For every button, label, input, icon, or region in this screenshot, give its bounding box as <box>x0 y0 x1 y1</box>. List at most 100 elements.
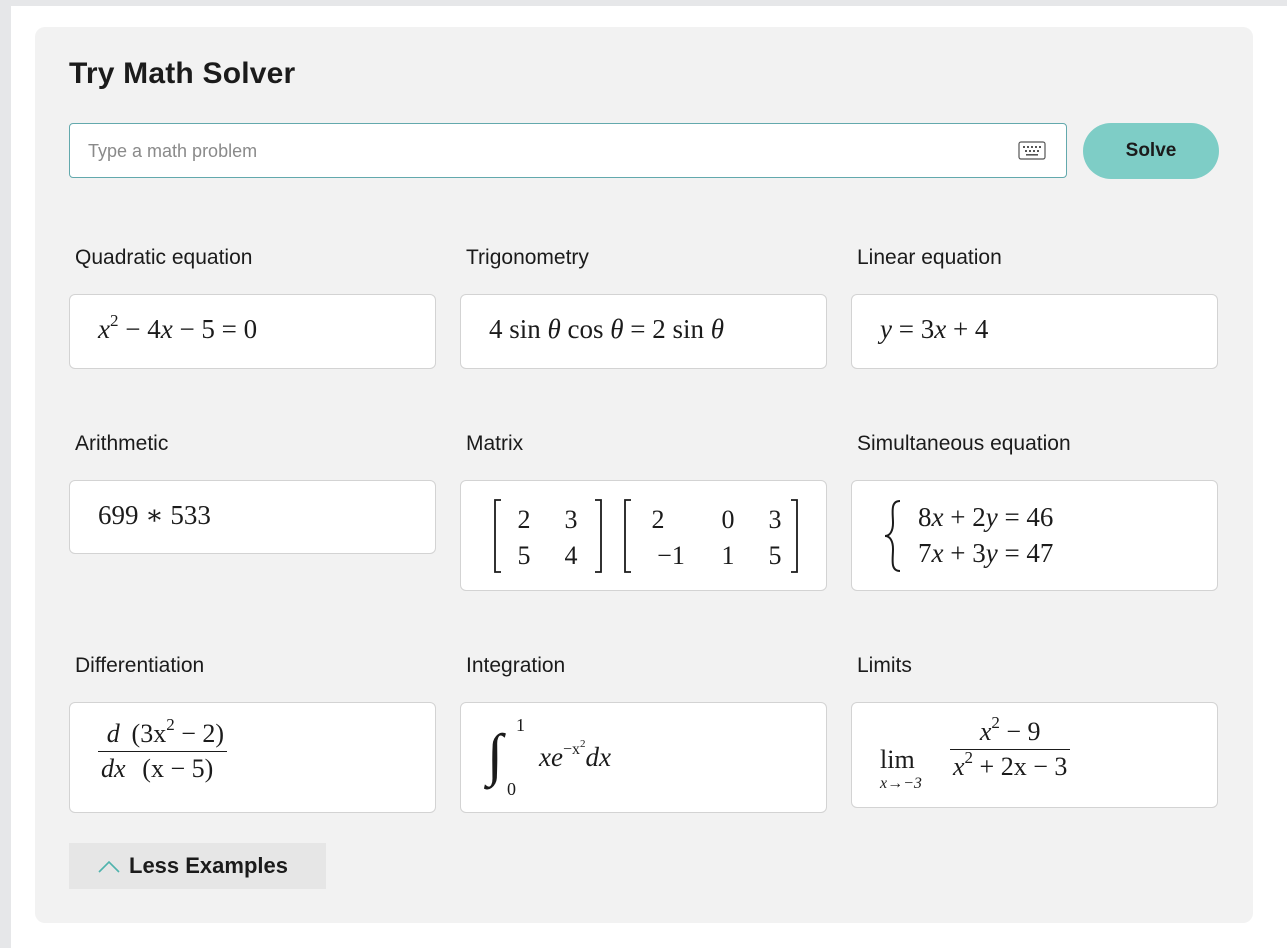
limit-operator: lim <box>880 745 915 774</box>
example-card-simultaneous[interactable]: 8x + 2y = 46 7x + 3y = 47 <box>851 480 1218 591</box>
matrix-cell: 2 <box>652 505 665 534</box>
example-expression-quadratic: x2 − 4x − 5 = 0 <box>98 312 258 345</box>
math-term: x <box>934 314 947 344</box>
example-card-arithmetic[interactable]: 699 ∗ 533 <box>69 480 436 554</box>
example-expression-integration: xe−x2dx <box>539 739 611 773</box>
math-term: = 47 <box>997 538 1054 568</box>
example-label-simultaneous: Simultaneous equation <box>857 432 1071 455</box>
math-term: y <box>880 314 892 344</box>
page-top-strip <box>0 0 1287 6</box>
math-term: − 2) <box>174 719 225 748</box>
math-term: x <box>931 502 944 532</box>
equation-line: 8x + 2y = 46 <box>918 499 1053 535</box>
math-exponent: 2 <box>991 713 1000 732</box>
math-term: + 3 <box>943 538 986 568</box>
math-term: x <box>931 538 944 568</box>
math-exponent: 2 <box>964 748 974 767</box>
matrix-cell: 5 <box>518 541 531 570</box>
example-label-limits: Limits <box>857 654 912 677</box>
example-card-quadratic[interactable]: x2 − 4x − 5 = 0 <box>69 294 436 369</box>
fraction: d dx <box>98 719 129 784</box>
math-exponent: −x2 <box>562 739 586 758</box>
math-term: + 2 <box>943 502 986 532</box>
fraction: (3x2 − 2) (x − 5) <box>128 716 228 784</box>
matrix-cell: 4 <box>565 541 578 570</box>
math-term: (3x <box>131 719 167 748</box>
example-card-trigonometry[interactable]: 4 sin θ cos θ = 2 sin θ <box>460 294 827 369</box>
matrix-bracket-left <box>624 499 631 573</box>
math-term: θ <box>610 314 624 344</box>
chevron-up-icon <box>98 861 120 873</box>
matrix-cell: 5 <box>769 541 782 570</box>
math-term: 7 <box>918 538 932 568</box>
matrix-bracket-right <box>791 499 798 573</box>
solve-button[interactable]: Solve <box>1083 123 1219 179</box>
example-label-differentiation: Differentiation <box>75 654 205 677</box>
example-label-integration: Integration <box>466 654 566 677</box>
example-expression-matrix: 2 3 5 4 2 0 3 −1 1 5 <box>494 499 798 573</box>
math-term: 8 <box>918 502 932 532</box>
math-term: = 46 <box>997 502 1054 532</box>
math-term: x <box>98 314 110 344</box>
example-expression-simultaneous: 8x + 2y = 46 7x + 3y = 47 <box>918 499 1053 571</box>
example-card-integration[interactable]: ∫ 1 0 xe−x2dx <box>460 702 827 813</box>
math-term: − 5 = 0 <box>172 314 258 344</box>
math-term: = 3 <box>891 314 935 344</box>
example-label-matrix: Matrix <box>466 432 524 455</box>
page-left-strip <box>0 0 11 948</box>
math-term: + 2x − 3 <box>973 752 1068 781</box>
example-card-limits[interactable]: lim x→−3 x2 − 9 x2 + 2x − 3 <box>851 702 1218 808</box>
integral-upper-limit: 1 <box>516 715 525 735</box>
example-expression-limits: x2 − 9 x2 + 2x − 3 <box>950 714 1071 782</box>
keyboard-icon[interactable] <box>1018 141 1046 160</box>
math-term: + 4 <box>946 314 989 344</box>
math-term: = 2 sin <box>623 314 711 344</box>
math-term: θ <box>710 314 725 344</box>
example-expression-differentiation: d dx (3x2 − 2) (x − 5) <box>98 716 228 784</box>
math-term: 4 sin <box>489 314 548 344</box>
math-term: − 4 <box>118 314 161 344</box>
example-expression-trigonometry: 4 sin θ cos θ = 2 sin θ <box>489 314 724 345</box>
matrix-bracket-left <box>494 499 501 573</box>
simultaneous-brace <box>884 500 901 572</box>
equation-line: 7x + 3y = 47 <box>918 535 1053 571</box>
integral-lower-limit: 0 <box>507 779 516 799</box>
math-term: cos <box>560 314 611 344</box>
example-label-trigonometry: Trigonometry <box>466 246 589 269</box>
fraction-numerator: x2 − 9 <box>950 714 1070 749</box>
math-term: y <box>985 502 998 532</box>
example-card-matrix[interactable]: 2 3 5 4 2 0 3 −1 1 5 <box>460 480 827 591</box>
math-term: x <box>160 314 173 344</box>
matrix-cell: 0 <box>722 505 735 534</box>
math-term: dx <box>98 751 129 784</box>
fraction-denominator: x2 + 2x − 3 <box>950 748 1071 782</box>
example-expression-linear: y = 3x + 4 <box>880 314 988 345</box>
example-label-arithmetic: Arithmetic <box>75 432 169 455</box>
math-term: e <box>550 742 563 772</box>
matrix-cell: 3 <box>769 505 782 534</box>
fraction-numerator: (3x2 − 2) <box>129 716 228 751</box>
math-term: −x <box>562 741 580 758</box>
math-term: dx <box>585 742 611 772</box>
math-term: x <box>953 752 965 781</box>
math-solver-panel: Try Math Solver Solve Quadratic equation… <box>35 27 1253 923</box>
math-term: d <box>106 719 120 748</box>
example-expression-arithmetic: 699 ∗ 533 <box>98 500 211 530</box>
math-input-box[interactable] <box>69 123 1067 178</box>
math-term: y <box>985 538 998 568</box>
fraction: x2 − 9 x2 + 2x − 3 <box>950 714 1071 782</box>
math-term: θ <box>547 314 561 344</box>
example-card-linear[interactable]: y = 3x + 4 <box>851 294 1218 369</box>
math-exponent: 2 <box>166 715 175 734</box>
limit-subscript: x→−3 <box>880 775 922 792</box>
example-label-linear: Linear equation <box>857 246 1002 269</box>
math-term: x <box>979 717 992 746</box>
math-term: x <box>539 742 551 772</box>
matrix-cell: 2 <box>518 505 531 534</box>
example-card-differentiation[interactable]: d dx (3x2 − 2) (x − 5) <box>69 702 436 813</box>
math-problem-input[interactable] <box>86 124 990 178</box>
less-examples-button[interactable]: Less Examples <box>69 843 326 889</box>
integral-sign: ∫ <box>487 722 503 787</box>
math-term: − 9 <box>999 717 1041 746</box>
example-label-quadratic: Quadratic equation <box>75 246 253 269</box>
